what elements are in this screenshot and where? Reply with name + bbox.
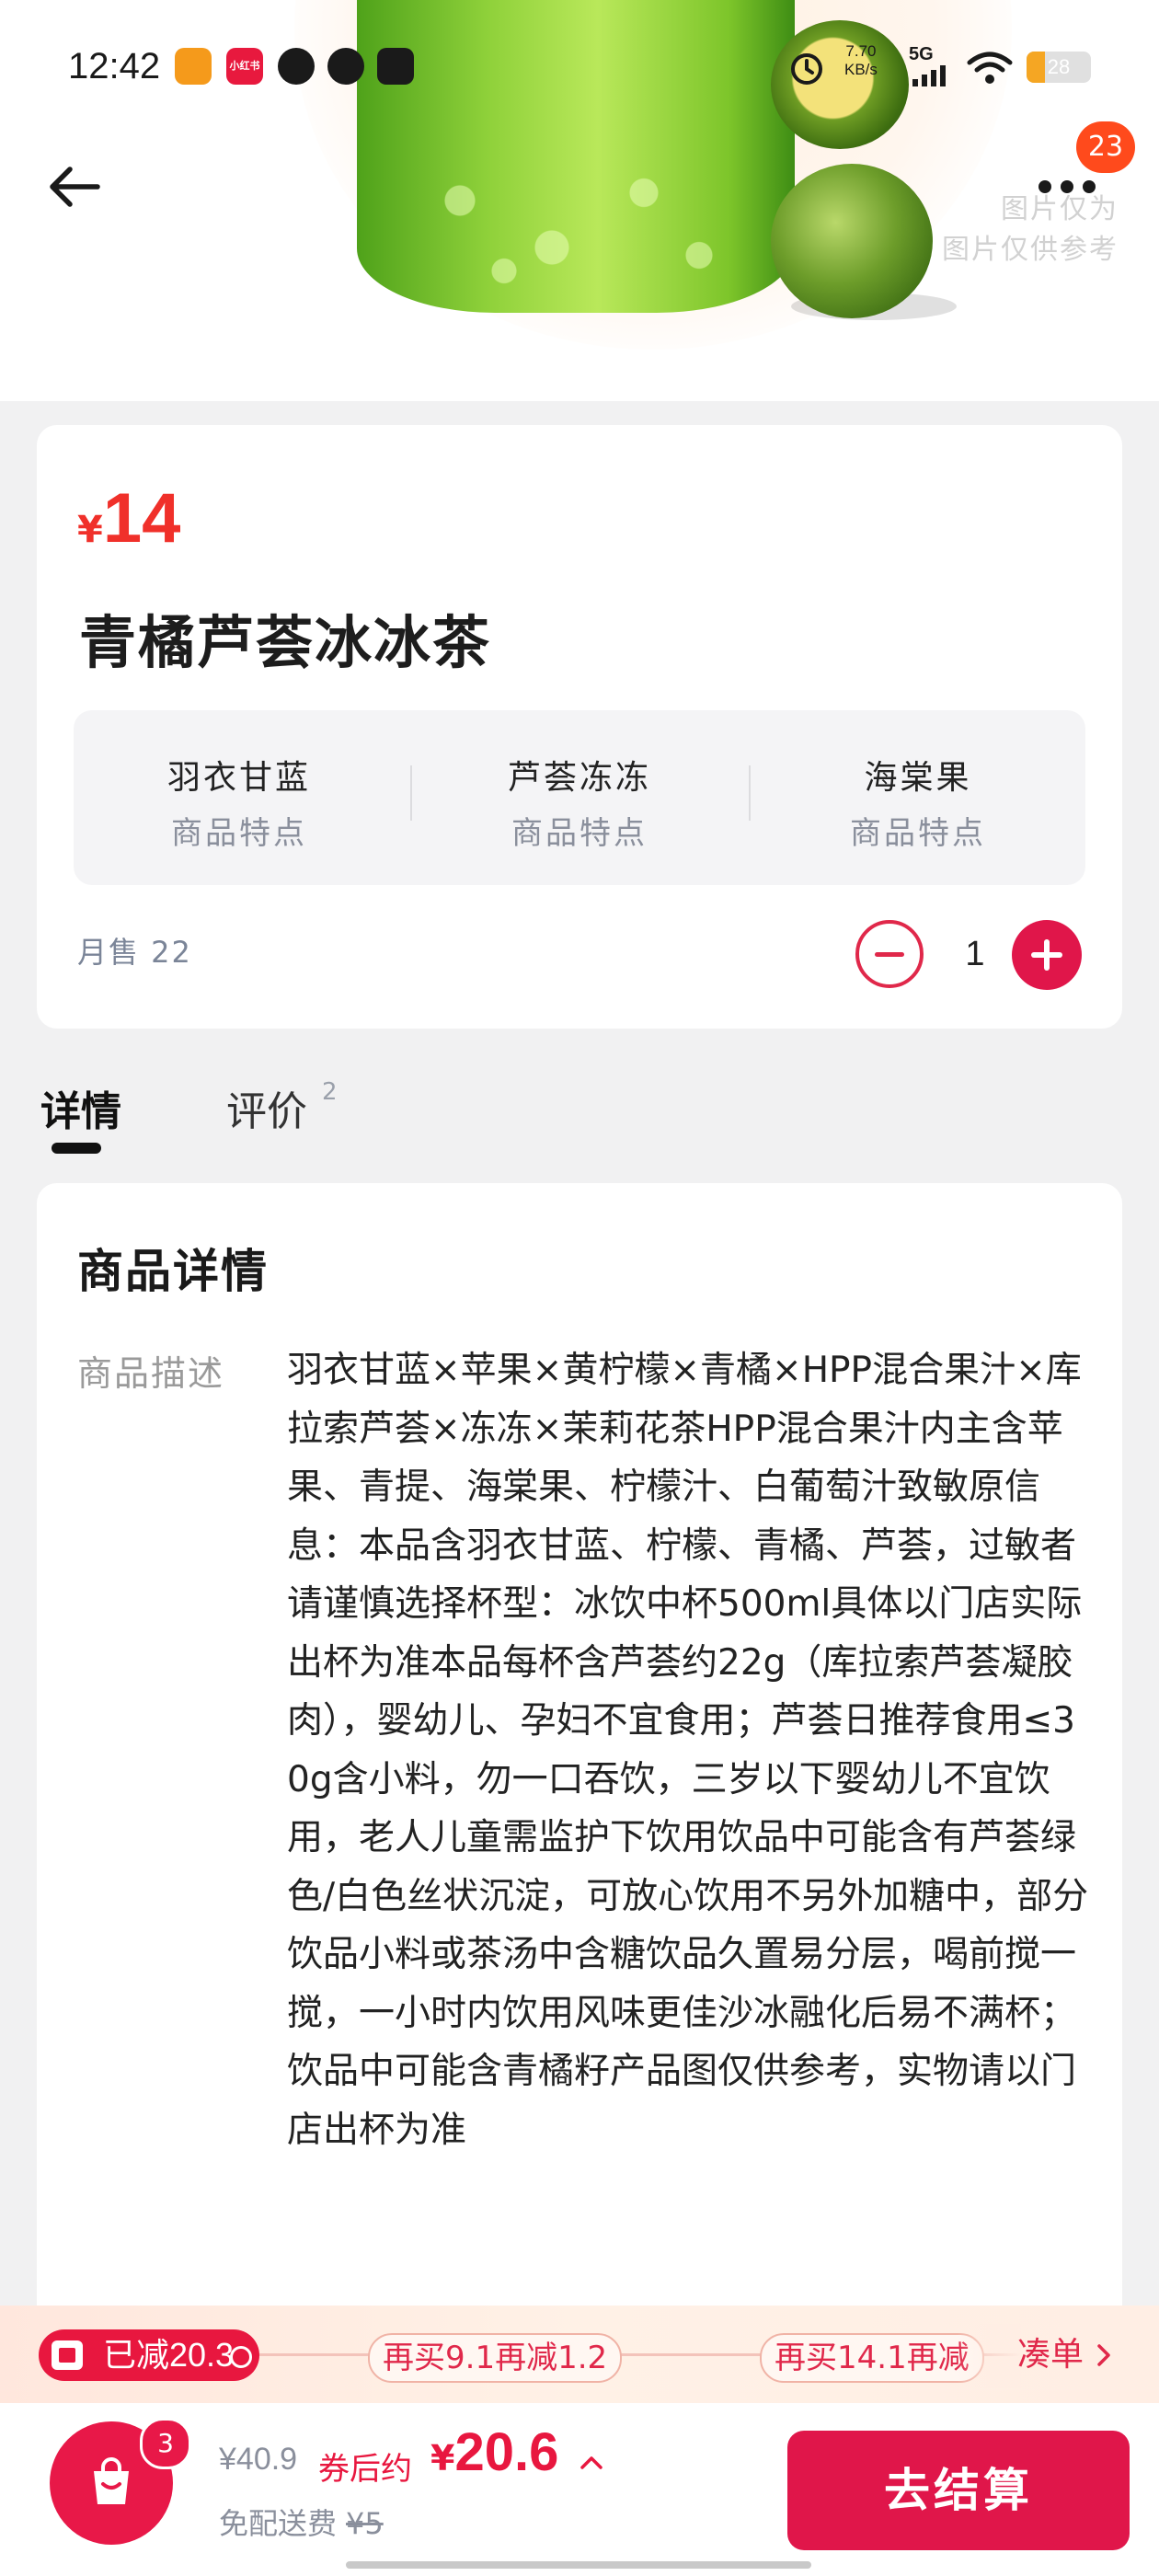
after-price-value: 20.6	[454, 2422, 559, 2482]
battery-icon: 28	[1027, 52, 1091, 83]
tab-details[interactable]: 详情	[40, 1078, 121, 1137]
net-speed-value: 7.70	[845, 42, 877, 60]
lime-whole-image	[771, 164, 933, 318]
after-coupon-price: ¥20.6	[430, 2421, 558, 2483]
delivery-fee: 免配送费 ¥5	[219, 2501, 384, 2543]
watermark-line-2: 图片仅供参考	[942, 234, 1119, 266]
promo-fade	[957, 2324, 1021, 2388]
feature-panel: 羽衣甘蓝 商品特点 芦荟冻冻 商品特点 海棠果 商品特点	[74, 710, 1085, 885]
quantity-decrease-button[interactable]	[855, 920, 924, 988]
app-icon-redbook: 小红书	[226, 48, 263, 85]
feature-name: 羽衣甘蓝	[166, 759, 311, 797]
chevron-up-icon[interactable]	[578, 2449, 605, 2477]
promo-tier: 再买9.1再减1.2	[368, 2333, 623, 2383]
tab-active-indicator	[52, 1143, 101, 1154]
net-speed-unit: KB/s	[844, 61, 878, 78]
price-value: 14	[102, 479, 181, 558]
alarm-icon	[791, 53, 822, 85]
chevron-right-icon	[1097, 2344, 1111, 2366]
promo-progress-dot	[230, 2346, 252, 2368]
after-price-currency: ¥	[430, 2438, 455, 2478]
description-text: 羽衣甘蓝×苹果×黄柠檬×青橘×HPP混合果汁×库拉索芦荟×冻冻×茉莉花茶HPP混…	[287, 1350, 1089, 2151]
app-icon-orange	[175, 48, 212, 85]
monthly-sales: 月售 22	[77, 935, 192, 970]
delivery-fee-original: ¥5	[346, 2506, 384, 2541]
tab-reviews[interactable]: 评价	[226, 1078, 307, 1137]
promo-applied-badge: 已减20.3	[39, 2329, 260, 2381]
delivery-fee-label: 免配送费	[219, 2506, 338, 2541]
after-coupon-label: 券后约	[318, 2451, 412, 2488]
shopping-bag-icon	[94, 2457, 129, 2504]
feature-item: 海棠果 商品特点	[752, 751, 1084, 853]
feature-subtitle: 商品特点	[511, 815, 648, 852]
coupon-icon	[52, 2340, 83, 2370]
battery-level: 28	[1047, 55, 1071, 78]
message-badge: 23	[1076, 121, 1135, 173]
quantity-value: 1	[965, 935, 985, 973]
app-icon-q	[278, 48, 315, 85]
promo-tier: 再买14.1再减	[760, 2333, 984, 2383]
drink-ice-image	[386, 138, 754, 294]
add-more-link[interactable]: 凑单	[1017, 2331, 1114, 2379]
feature-divider	[749, 765, 751, 821]
net-speed: 7.70 KB/s	[844, 42, 878, 79]
back-button[interactable]	[42, 155, 107, 219]
product-title: 青橘芦荟冰冰茶	[79, 609, 492, 676]
price-currency: ¥	[77, 509, 103, 551]
checkout-button[interactable]: 去结算	[787, 2431, 1130, 2550]
product-price: ¥14	[77, 478, 180, 558]
app-icon-weibo	[327, 48, 364, 85]
feature-item: 羽衣甘蓝 商品特点	[74, 751, 405, 853]
quantity-increase-button[interactable]	[1012, 920, 1082, 990]
description-label: 商品描述	[77, 1353, 225, 1394]
checkout-bar: 3 ¥40.9 券后约 ¥20.6 免配送费 ¥5 去结算	[0, 2403, 1159, 2576]
detail-section-title: 商品详情	[77, 1245, 269, 1298]
add-more-label: 凑单	[1017, 2336, 1084, 2374]
feature-subtitle: 商品特点	[171, 815, 307, 852]
arrow-left-icon	[50, 167, 100, 207]
status-bar: 12:42 小红书 7.70 KB/s 5G 28	[0, 28, 1159, 110]
feature-item: 芦荟冻冻 商品特点	[414, 751, 745, 853]
app-icon-bag	[377, 48, 414, 85]
promo-applied-text: 已减20.3	[103, 2336, 235, 2374]
wifi-icon	[967, 52, 1013, 84]
signal-icon	[912, 65, 946, 86]
feature-name: 海棠果	[864, 759, 972, 797]
original-total: ¥40.9	[219, 2442, 298, 2477]
home-indicator[interactable]	[346, 2561, 811, 2569]
feature-name: 芦荟冻冻	[507, 759, 651, 797]
review-count: 2	[322, 1078, 338, 1106]
promo-progress-bar[interactable]: 已减20.3 再买9.1再减1.2 再买14.1再减 凑单	[0, 2306, 1159, 2403]
network-type: 5G	[909, 44, 934, 64]
cart-count-badge: 3	[140, 2418, 191, 2469]
feature-divider	[410, 765, 412, 821]
status-time: 12:42	[68, 46, 161, 86]
feature-subtitle: 商品特点	[850, 815, 986, 852]
